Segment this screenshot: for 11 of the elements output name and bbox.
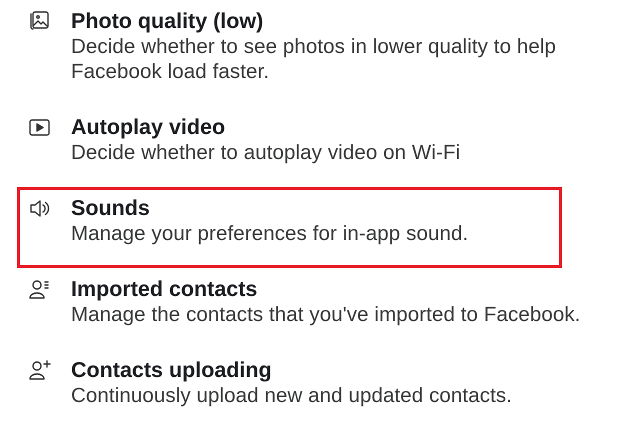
setting-description: Decide whether to see photos in lower quality to help Facebook load faster. xyxy=(71,34,558,84)
setting-description: Manage your preferences for in-app sound. xyxy=(71,221,470,246)
setting-description: Manage the contacts that you've imported to Facebook. xyxy=(71,302,582,327)
setting-title[interactable]: Autoplay video xyxy=(71,114,636,140)
setting-title[interactable]: Imported contacts xyxy=(71,276,636,302)
setting-description: Continuously upload new and updated contacts. xyxy=(71,383,514,408)
setting-title[interactable]: Sounds xyxy=(71,195,559,221)
setting-title[interactable]: Contacts uploading xyxy=(71,357,636,383)
setting-description: Decide whether to autoplay video on Wi-Fi xyxy=(71,140,462,165)
setting-title[interactable]: Photo quality (low) xyxy=(71,8,636,34)
person-add-icon xyxy=(27,358,51,382)
